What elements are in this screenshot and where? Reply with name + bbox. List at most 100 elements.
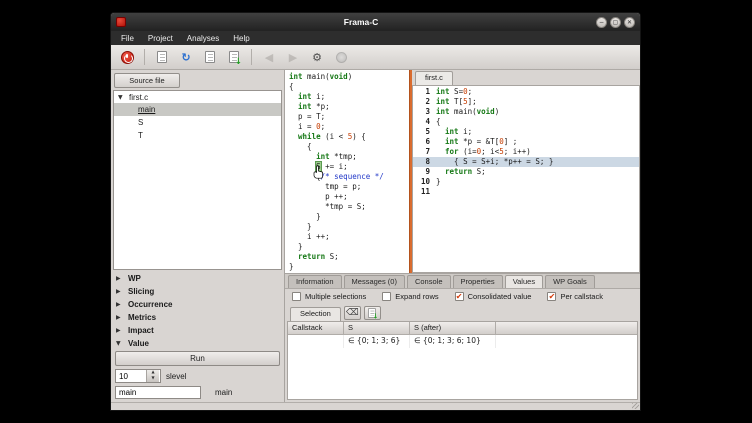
- slevel-spinner[interactable]: ▲ ▼: [115, 369, 161, 383]
- menu-project[interactable]: Project: [142, 33, 179, 44]
- code-row: int main(void){ int i; int *p; p = T; i …: [285, 70, 640, 273]
- tab-information[interactable]: Information: [288, 275, 342, 288]
- forward-arrow-icon: ▶: [289, 52, 297, 63]
- export-selection-button[interactable]: ↓: [364, 306, 381, 320]
- status-bar: [111, 402, 640, 410]
- maximize-button[interactable]: ▢: [610, 17, 621, 28]
- source-code[interactable]: 1int S=0;2int T[5];3int main(void)4{5 in…: [412, 85, 640, 273]
- tab-console[interactable]: Console: [407, 275, 451, 288]
- source-line-11[interactable]: 11: [413, 187, 639, 197]
- tab-first-c[interactable]: first.c: [415, 71, 453, 85]
- selection-buttons: ⌫↓: [344, 306, 381, 321]
- down-arrow-icon: ↓: [234, 57, 242, 67]
- section-metrics[interactable]: ▶Metrics: [113, 311, 282, 324]
- titlebar[interactable]: Frama-C − ▢ ✕: [111, 13, 640, 31]
- cil-code-line[interactable]: i ++;: [289, 232, 409, 242]
- tab-properties[interactable]: Properties: [453, 275, 503, 288]
- cil-code-line[interactable]: S += i;: [289, 162, 409, 172]
- tab-messages-0[interactable]: Messages (0): [344, 275, 405, 288]
- tree-item-main[interactable]: main: [114, 103, 281, 116]
- close-button[interactable]: ✕: [624, 17, 635, 28]
- cil-code-line[interactable]: int *p;: [289, 102, 409, 112]
- cil-code-line[interactable]: tmp = p;: [289, 182, 409, 192]
- cil-code-line[interactable]: }: [289, 242, 409, 252]
- slevel-input[interactable]: [116, 370, 146, 382]
- source-line-4[interactable]: 4{: [413, 117, 639, 127]
- menu-file[interactable]: File: [115, 33, 140, 44]
- tab-wp-goals[interactable]: WP Goals: [545, 275, 595, 288]
- file-tree[interactable]: ▼ first.c mainST: [113, 90, 282, 270]
- column-header-callstack[interactable]: Callstack: [288, 322, 344, 335]
- tree-root-first-c[interactable]: ▼ first.c: [114, 91, 281, 103]
- menubar: FileProjectAnalysesHelp: [111, 31, 640, 45]
- spin-down-icon[interactable]: ▼: [147, 376, 159, 382]
- frama-c-app-icon: [116, 17, 126, 27]
- collapse-icon[interactable]: ▼: [118, 94, 125, 101]
- main-function-input[interactable]: [115, 386, 201, 399]
- checkbox-per-callstack[interactable]: ✔Per callstack: [547, 292, 603, 301]
- cil-code-line[interactable]: {/* sequence */: [289, 172, 409, 182]
- cil-code-line[interactable]: p ++;: [289, 192, 409, 202]
- menu-help[interactable]: Help: [227, 33, 255, 44]
- cil-code-line[interactable]: p = T;: [289, 112, 409, 122]
- source-file-header[interactable]: Source file: [114, 73, 180, 88]
- cil-code-line[interactable]: {: [289, 82, 409, 92]
- source-line-1[interactable]: 1int S=0;: [413, 87, 639, 97]
- section-slicing[interactable]: ▶Slicing: [113, 285, 282, 298]
- cil-code-line[interactable]: int *tmp;: [289, 152, 409, 162]
- tree-item-t[interactable]: T: [114, 129, 281, 142]
- cil-code-line[interactable]: i = 0;: [289, 122, 409, 132]
- selection-row: Selection ⌫↓: [285, 304, 640, 321]
- section-value[interactable]: ▼Value: [113, 337, 282, 350]
- values-table: CallstackSS (after) ∈ {0; 1; 3; 6}∈ {0; …: [287, 321, 638, 400]
- cil-code-line[interactable]: }: [289, 212, 409, 222]
- load-session-button[interactable]: [199, 47, 221, 68]
- tab-selection[interactable]: Selection: [290, 307, 341, 321]
- run-button[interactable]: Run: [115, 351, 280, 366]
- cil-code-line[interactable]: while (i < 5) {: [289, 132, 409, 142]
- cil-code-line[interactable]: }: [289, 222, 409, 232]
- cil-code-line[interactable]: int i;: [289, 92, 409, 102]
- section-occurrence[interactable]: ▶Occurrence: [113, 298, 282, 311]
- back-arrow-icon: ◀: [265, 52, 273, 63]
- tree-item-s[interactable]: S: [114, 116, 281, 129]
- settings-button[interactable]: ⚙: [306, 47, 328, 68]
- source-line-5[interactable]: 5 int i;: [413, 127, 639, 137]
- source-line-9[interactable]: 9 return S;: [413, 167, 639, 177]
- section-impact[interactable]: ▶Impact: [113, 324, 282, 337]
- source-line-7[interactable]: 7 for (i=0; i<5; i++): [413, 147, 639, 157]
- reload-button[interactable]: ↻: [175, 47, 197, 68]
- cil-code-line[interactable]: {: [289, 142, 409, 152]
- column-header-s[interactable]: S: [344, 322, 410, 335]
- resize-grip[interactable]: [632, 403, 639, 409]
- values-table-filler: [288, 348, 637, 399]
- cil-code-line[interactable]: *tmp = S;: [289, 202, 409, 212]
- source-line-2[interactable]: 2int T[5];: [413, 97, 639, 107]
- source-line-6[interactable]: 6 int *p = &T[0] ;: [413, 137, 639, 147]
- file-tree-children: mainST: [114, 103, 281, 142]
- menu-analyses[interactable]: Analyses: [181, 33, 225, 44]
- minimize-button[interactable]: −: [596, 17, 607, 28]
- clear-selection-button[interactable]: ⌫: [344, 306, 361, 320]
- cil-code: int main(void){ int i; int *p; p = T; i …: [289, 72, 409, 272]
- cil-code-line[interactable]: int main(void): [289, 72, 409, 82]
- cil-code-line[interactable]: return S;: [289, 252, 409, 262]
- cil-code-line[interactable]: }: [289, 262, 409, 272]
- checkbox-box-icon: ✔: [547, 292, 556, 301]
- save-session-button[interactable]: ↓: [223, 47, 245, 68]
- values-row[interactable]: ∈ {0; 1; 3; 6}∈ {0; 1; 3; 6; 10}: [288, 335, 637, 348]
- source-line-3[interactable]: 3int main(void): [413, 107, 639, 117]
- checkbox-multiple-selections[interactable]: Multiple selections: [292, 292, 366, 301]
- checkbox-consolidated-value[interactable]: ✔Consolidated value: [455, 292, 532, 301]
- source-line-8[interactable]: 8 { S = S+i; *p++ = S; }: [413, 157, 639, 167]
- column-header-s-after[interactable]: S (after): [410, 322, 496, 335]
- forward-button: ▶: [282, 47, 304, 68]
- new-session-button[interactable]: [151, 47, 173, 68]
- checkbox-expand-rows[interactable]: Expand rows: [382, 292, 438, 301]
- window-controls: − ▢ ✕: [596, 17, 635, 28]
- cil-code-panel[interactable]: int main(void){ int i; int *p; p = T; i …: [285, 70, 409, 273]
- tab-values[interactable]: Values: [505, 275, 543, 288]
- source-line-10[interactable]: 10}: [413, 177, 639, 187]
- section-wp[interactable]: ▶WP: [113, 272, 282, 285]
- quit-button[interactable]: [116, 47, 138, 68]
